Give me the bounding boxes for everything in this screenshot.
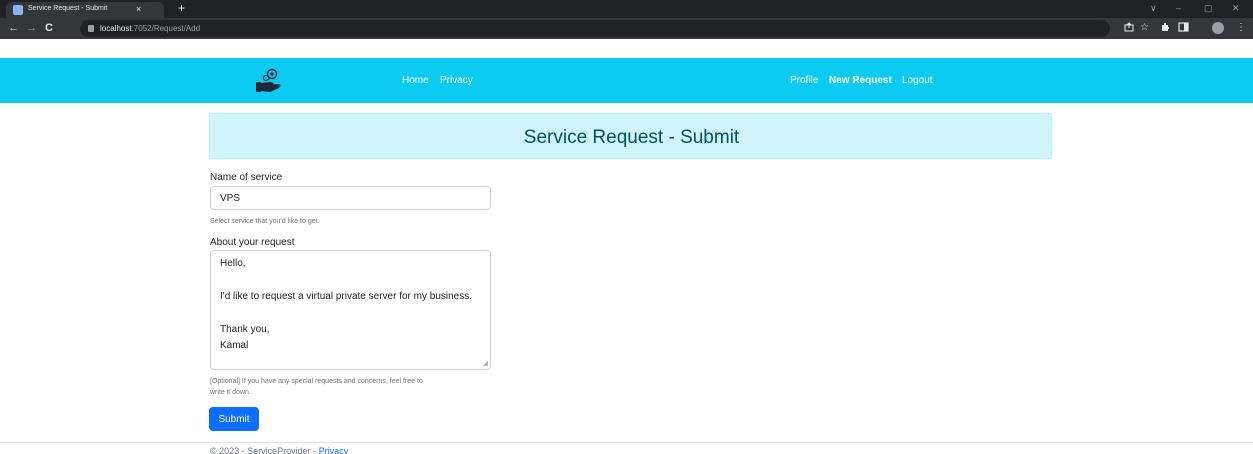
request-text-line: Kamal xyxy=(220,340,249,351)
footer-copyright: © 2023 - ServiceProvider - xyxy=(210,446,319,454)
nav-privacy-link[interactable]: Privacy xyxy=(440,75,473,86)
new-tab-icon[interactable]: + xyxy=(178,1,185,15)
request-text-line: Thank you, xyxy=(220,324,270,335)
page-icon xyxy=(13,5,23,15)
about-request-label: About your request xyxy=(210,237,295,248)
close-tab-icon[interactable]: × xyxy=(136,4,141,14)
nav-profile-link[interactable]: Profile xyxy=(790,75,818,86)
request-text-line: I'd like to request a virtual private se… xyxy=(220,291,473,302)
reload-icon[interactable]: C xyxy=(45,21,53,35)
hand-gear-logo-icon[interactable] xyxy=(253,68,283,94)
forward-icon[interactable]: → xyxy=(26,21,37,35)
nav-new-request-link[interactable]: New Request xyxy=(829,75,892,86)
bookmark-star-icon[interactable]: ☆ xyxy=(1140,22,1149,34)
about-request-help: write it down. xyxy=(210,389,251,396)
request-text-line: Hello, xyxy=(220,258,246,269)
page-title-banner: Service Request - Submit xyxy=(209,113,1052,159)
close-window-icon[interactable]: ✕ xyxy=(1232,3,1240,13)
extensions-icon[interactable] xyxy=(1160,22,1170,32)
app-navbar: Home Privacy Profile New Request Logout xyxy=(0,58,1253,103)
tab-search-icon[interactable]: ∨ xyxy=(1150,3,1157,13)
service-name-input[interactable]: VPS xyxy=(210,186,491,210)
about-request-textarea[interactable]: Hello, I'd like to request a virtual pri… xyxy=(210,250,491,370)
footer-divider xyxy=(0,442,1253,443)
address-bar[interactable]: localhost:7052/Request/Add xyxy=(80,20,1110,37)
nav-home-link[interactable]: Home xyxy=(402,75,429,86)
browser-tab-strip: Service Request - Submit × + ∨ – ▢ ✕ xyxy=(0,0,1253,18)
restore-icon[interactable]: ▢ xyxy=(1204,3,1213,13)
lock-icon[interactable] xyxy=(88,25,94,32)
tab-title: Service Request - Submit xyxy=(28,5,108,12)
side-panel-icon[interactable] xyxy=(1178,22,1189,32)
share-icon[interactable] xyxy=(1124,22,1134,32)
url-text[interactable]: localhost:7052/Request/Add xyxy=(100,24,200,33)
browser-toolbar: ← → C localhost:7052/Request/Add ☆ ⋮ xyxy=(0,18,1253,39)
footer-privacy-link[interactable]: Privacy xyxy=(319,446,349,454)
service-name-label: Name of service xyxy=(210,172,283,183)
page-title: Service Request - Submit xyxy=(523,127,740,148)
footer: © 2023 - ServiceProvider - Privacy xyxy=(210,446,348,454)
back-icon[interactable]: ← xyxy=(8,21,19,35)
more-menu-icon[interactable]: ⋮ xyxy=(1236,22,1246,34)
about-request-help: [Optional] If you have any special reque… xyxy=(210,378,423,385)
service-name-value: VPS xyxy=(220,193,241,204)
submit-button[interactable]: Submit xyxy=(209,407,259,431)
browser-tab[interactable]: Service Request - Submit × xyxy=(6,2,164,18)
resize-handle-icon[interactable]: ◢ xyxy=(483,360,488,367)
nav-logout-link[interactable]: Logout xyxy=(902,75,933,86)
minimize-icon[interactable]: – xyxy=(1176,3,1181,13)
profile-avatar-icon[interactable] xyxy=(1212,22,1224,34)
service-name-help: Select service that you'd like to get. xyxy=(210,218,320,225)
